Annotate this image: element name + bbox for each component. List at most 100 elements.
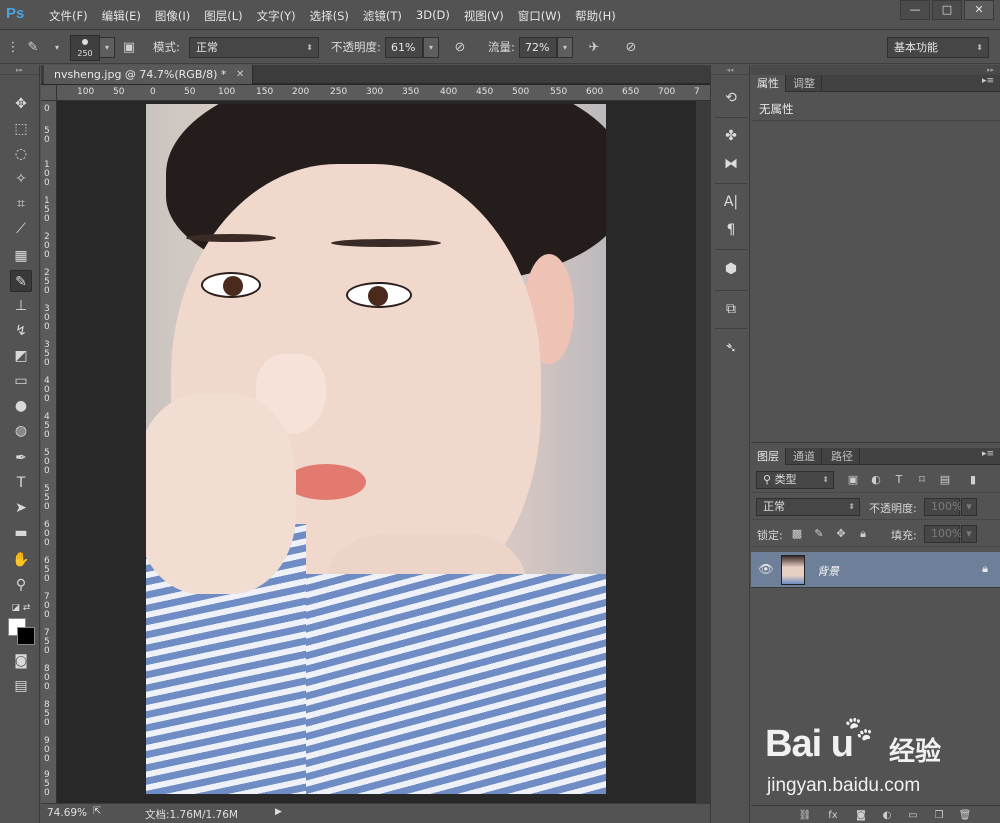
layer-filter-dropdown[interactable]: ⚲ 类型 ⬍ bbox=[756, 471, 834, 489]
brush-panel-icon[interactable]: ✤ bbox=[720, 125, 742, 147]
tool-preset-arrow-icon[interactable]: ▾ bbox=[48, 39, 66, 57]
menu-help[interactable]: 帮助(H) bbox=[568, 8, 623, 24]
menu-type[interactable]: 文字(Y) bbox=[250, 8, 303, 24]
type-tool-icon[interactable]: T bbox=[10, 472, 32, 494]
history-brush-tool-icon[interactable]: ↯ bbox=[10, 320, 32, 342]
paragraph-panel-icon[interactable]: ¶ bbox=[720, 219, 742, 241]
lock-position-icon[interactable]: ✥ bbox=[833, 526, 849, 542]
filter-shape-icon[interactable]: ⌑ bbox=[914, 472, 930, 488]
crop-tool-icon[interactable]: ⌗ bbox=[10, 193, 32, 215]
add-mask-icon[interactable]: ◙ bbox=[853, 808, 869, 823]
background-color-swatch[interactable] bbox=[17, 627, 35, 645]
zoom-tool-icon[interactable]: ⚲ bbox=[10, 574, 32, 596]
filter-adjustment-icon[interactable]: ◐ bbox=[868, 472, 884, 488]
vertical-scrollbar[interactable] bbox=[696, 101, 710, 803]
opacity-slider-arrow[interactable]: ▾ bbox=[423, 37, 439, 58]
menu-filter[interactable]: 滤镜(T) bbox=[356, 8, 409, 24]
pen-tool-icon[interactable]: ✒ bbox=[10, 447, 32, 469]
close-tab-icon[interactable]: ✕ bbox=[236, 65, 244, 84]
new-layer-icon[interactable]: ❐ bbox=[931, 808, 947, 823]
minimize-button[interactable]: — bbox=[900, 0, 930, 20]
flow-slider-arrow[interactable]: ▾ bbox=[557, 37, 573, 58]
layer-opacity-input[interactable]: 100% bbox=[924, 498, 962, 516]
document-tab[interactable]: nvsheng.jpg @ 74.7%(RGB/8) * ✕ bbox=[44, 65, 254, 84]
layer-lock-icon[interactable]: 🔒︎ bbox=[982, 562, 988, 576]
hand-tool-icon[interactable]: ✋ bbox=[10, 549, 32, 571]
filter-toggle-icon[interactable]: ▮ bbox=[965, 472, 981, 488]
menu-3d[interactable]: 3D(D) bbox=[409, 8, 457, 24]
filter-type-icon[interactable]: T bbox=[891, 472, 907, 488]
maximize-button[interactable]: □ bbox=[932, 0, 962, 20]
3d-panel-icon[interactable]: ⬢ bbox=[720, 258, 742, 280]
filter-smart-object-icon[interactable]: ▤ bbox=[937, 472, 953, 488]
pressure-size-icon[interactable]: ⊘ bbox=[622, 39, 640, 57]
menu-layer[interactable]: 图层(L) bbox=[197, 8, 249, 24]
healing-brush-tool-icon[interactable]: ▦ bbox=[10, 245, 32, 267]
swap-colors-icon[interactable]: ◪ ⇄ bbox=[6, 597, 36, 619]
blur-tool-icon[interactable]: ● bbox=[10, 395, 32, 417]
menu-select[interactable]: 选择(S) bbox=[303, 8, 356, 24]
quick-mask-icon[interactable]: ◙ bbox=[10, 650, 32, 672]
panel-menu-icon[interactable]: ▸≡ bbox=[982, 449, 994, 459]
rectangle-tool-icon[interactable]: ▬ bbox=[10, 522, 32, 544]
flow-input[interactable]: 72% bbox=[519, 37, 557, 58]
tab-properties[interactable]: 属性 bbox=[751, 75, 786, 92]
export-icon[interactable]: ⇱ bbox=[93, 806, 107, 820]
menu-image[interactable]: 图像(I) bbox=[148, 8, 197, 24]
blend-mode-dropdown[interactable]: 正常 ⬍ bbox=[756, 498, 860, 516]
status-menu-arrow-icon[interactable]: ▶ bbox=[275, 807, 282, 817]
panel-menu-icon[interactable]: ▸≡ bbox=[982, 76, 994, 86]
magic-wand-tool-icon[interactable]: ✧ bbox=[10, 168, 32, 190]
visibility-eye-icon[interactable]: 👁︎ bbox=[758, 562, 774, 578]
screen-mode-icon[interactable]: ▤ bbox=[10, 675, 32, 697]
toolbar-grip[interactable]: ▸▸ bbox=[0, 65, 39, 75]
filter-pixel-icon[interactable]: ▣ bbox=[845, 472, 861, 488]
clone-stamp-tool-icon[interactable]: ⊥ bbox=[10, 295, 32, 317]
eyedropper-tool-icon[interactable]: ⟋ bbox=[10, 218, 32, 240]
path-selection-tool-icon[interactable]: ➤ bbox=[10, 497, 32, 519]
fill-arrow[interactable]: ▾ bbox=[961, 525, 977, 543]
tab-paths[interactable]: 路径 bbox=[825, 448, 860, 465]
workspace-dropdown[interactable]: 基本功能 ⬍ bbox=[887, 37, 989, 58]
menu-window[interactable]: 窗口(W) bbox=[511, 8, 568, 24]
menu-file[interactable]: 文件(F) bbox=[42, 8, 95, 24]
eraser-tool-icon[interactable]: ◩ bbox=[10, 345, 32, 367]
brush-tool-icon[interactable]: ✎ bbox=[10, 270, 32, 292]
dock-grip[interactable]: ◂◂ bbox=[711, 65, 749, 75]
brush-presets-icon[interactable]: ⧓ bbox=[720, 153, 742, 175]
layer-row[interactable]: 👁︎ 背景 🔒︎ bbox=[751, 552, 1000, 588]
delete-layer-icon[interactable]: 🗑︎ bbox=[957, 808, 973, 823]
tab-layers[interactable]: 图层 bbox=[751, 448, 786, 465]
brush-tool-icon[interactable]: ✎ bbox=[24, 39, 42, 57]
brush-panel-toggle-icon[interactable]: ▣ bbox=[120, 39, 138, 57]
layer-name[interactable]: 背景 bbox=[817, 563, 839, 579]
panel-grip[interactable]: ▸▸ bbox=[751, 65, 1000, 75]
dodge-tool-icon[interactable]: ◍ bbox=[10, 420, 32, 442]
move-tool-icon[interactable]: ✥ bbox=[10, 93, 32, 115]
marquee-tool-icon[interactable]: ⬚ bbox=[10, 118, 32, 140]
brush-preset-picker[interactable]: 250 bbox=[70, 35, 100, 61]
opacity-input[interactable]: 61% bbox=[385, 37, 423, 58]
document-canvas-image[interactable] bbox=[146, 104, 606, 794]
tab-channels[interactable]: 通道 bbox=[787, 448, 822, 465]
lock-transparent-icon[interactable]: ▩ bbox=[789, 526, 805, 542]
menu-edit[interactable]: 编辑(E) bbox=[95, 8, 148, 24]
zoom-level[interactable]: 74.69% bbox=[47, 807, 87, 819]
lock-all-icon[interactable]: 🔒︎ bbox=[855, 526, 871, 542]
fill-input[interactable]: 100% bbox=[924, 525, 962, 543]
lasso-tool-icon[interactable]: ◌ bbox=[10, 143, 32, 165]
airbrush-icon[interactable]: ✈ bbox=[585, 39, 603, 57]
mode-dropdown[interactable]: 正常 ⬍ bbox=[189, 37, 319, 58]
tool-presets-icon[interactable]: ➴ bbox=[720, 337, 742, 359]
brush-picker-arrow[interactable]: ▾ bbox=[99, 37, 115, 58]
history-panel-icon[interactable]: ⟲ bbox=[720, 87, 742, 109]
lock-image-icon[interactable]: ✎ bbox=[811, 526, 827, 542]
adjustment-layer-icon[interactable]: ◐ bbox=[879, 808, 895, 823]
close-button[interactable]: ✕ bbox=[964, 0, 994, 20]
link-layers-icon[interactable]: ⛓ bbox=[797, 808, 813, 823]
tab-adjustments[interactable]: 调整 bbox=[787, 75, 822, 92]
character-panel-icon[interactable]: A| bbox=[720, 191, 742, 213]
pressure-opacity-icon[interactable]: ⊘ bbox=[451, 39, 469, 57]
clone-source-icon[interactable]: ⧉ bbox=[720, 298, 742, 320]
gradient-tool-icon[interactable]: ▭ bbox=[10, 370, 32, 392]
